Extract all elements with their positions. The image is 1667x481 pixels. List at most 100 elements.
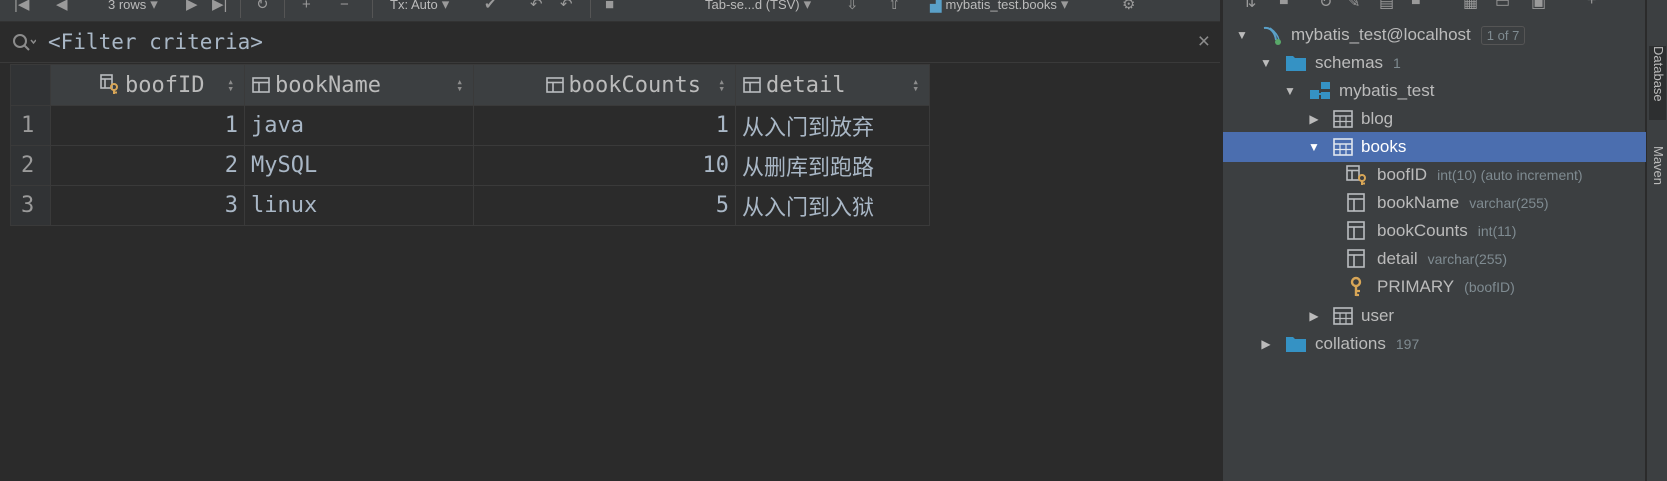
datasource-label[interactable]: mybatis_test.books: [946, 0, 1057, 12]
column-icon: [1347, 249, 1365, 268]
column-icon: [252, 76, 270, 93]
primary-key-column-icon: [1346, 165, 1366, 185]
last-page-icon[interactable]: ▶|: [212, 0, 227, 12]
cell-bookname[interactable]: linux: [244, 185, 474, 226]
tx-mode-dropdown[interactable]: Tx: Auto: [390, 0, 438, 12]
cell-bookcounts[interactable]: 10: [473, 145, 736, 186]
tree-item-table-user[interactable]: ▶ user: [1223, 301, 1646, 331]
refresh-icon[interactable]: ↻: [1319, 0, 1332, 12]
filter-bar[interactable]: <Filter criteria> ×: [0, 22, 1220, 63]
prev-page-icon[interactable]: ◀: [56, 0, 68, 12]
tree-item-schemas[interactable]: ▼ schemas 1: [1223, 48, 1646, 78]
column-icon: [1347, 221, 1365, 240]
stop-icon[interactable]: ■: [1411, 0, 1421, 10]
datasource-icon: ▟: [930, 0, 942, 13]
expanded-arrow-icon[interactable]: ▼: [1235, 28, 1249, 42]
rollback-icon[interactable]: ↶: [530, 0, 543, 12]
settings-icon[interactable]: ⚙: [1122, 0, 1135, 12]
table-icon[interactable]: ▦: [1463, 0, 1478, 12]
tree-item-collations[interactable]: ▶ collations 197: [1223, 329, 1646, 359]
filter-input[interactable]: <Filter criteria>: [48, 30, 263, 54]
table-icon: [1333, 307, 1353, 325]
tree-item-label: blog: [1361, 109, 1394, 128]
cell-boofid[interactable]: 2: [50, 145, 245, 186]
tree-item-datasource[interactable]: ▼ mybatis_test@localhost 1 of 7: [1223, 20, 1646, 50]
tree-item-schema[interactable]: ▼ mybatis_test: [1223, 76, 1646, 106]
tree-item-column-bookname[interactable]: bookName varchar(255): [1223, 188, 1646, 218]
table-icon: [1333, 138, 1353, 156]
cell-bookcounts[interactable]: 1: [473, 105, 736, 146]
cell-bookname[interactable]: MySQL: [244, 145, 474, 186]
filter-icon[interactable]: ▤: [1379, 0, 1394, 12]
search-icon: [13, 34, 36, 51]
sort-icon[interactable]: ▴ ▾: [456, 76, 463, 94]
cell-bookcounts[interactable]: 5: [473, 185, 736, 226]
cell-boofid[interactable]: 3: [50, 185, 245, 226]
properties-icon[interactable]: ■: [1279, 0, 1289, 10]
sort-icon[interactable]: ▴ ▾: [227, 76, 234, 94]
column-header-bookname[interactable]: bookName ▴ ▾: [244, 64, 474, 106]
row-number[interactable]: 2: [10, 145, 51, 186]
mysql-datasource-icon: [1263, 26, 1281, 45]
undo-icon[interactable]: ↶: [560, 0, 573, 12]
schemas-count: 1: [1393, 55, 1401, 71]
tree-item-column-detail[interactable]: detail varchar(255): [1223, 244, 1646, 274]
tree-item-table-blog[interactable]: ▶ blog: [1223, 104, 1646, 134]
maven-tool-tab[interactable]: Maven: [1649, 146, 1666, 216]
export-format-dropdown[interactable]: Tab-se...d (TSV): [705, 0, 800, 12]
column-header-detail[interactable]: detail ▴ ▾: [735, 64, 930, 106]
expanded-arrow-icon[interactable]: ▼: [1307, 140, 1321, 154]
database-tool-tab[interactable]: Database: [1649, 46, 1666, 120]
console-icon[interactable]: ▭: [1495, 0, 1510, 12]
column-header-label: boofID: [125, 72, 205, 98]
table-row[interactable]: 1 1 java 1 从入门到放弃: [10, 105, 930, 146]
refresh-icon[interactable]: ↻: [256, 0, 269, 12]
stop-icon[interactable]: ■: [605, 0, 614, 12]
collapsed-arrow-icon[interactable]: ▶: [1259, 337, 1273, 351]
collapsed-arrow-icon[interactable]: ▶: [1307, 112, 1321, 126]
tree-item-label: boofID: [1377, 165, 1428, 184]
column-type: int(11): [1477, 223, 1517, 239]
expanded-arrow-icon[interactable]: ▼: [1283, 84, 1297, 98]
folder-icon: [1286, 337, 1306, 352]
schema-count-badge[interactable]: 1 of 7: [1480, 25, 1526, 45]
remove-row-icon[interactable]: −: [340, 0, 349, 12]
cell-detail[interactable]: 从入门到放弃: [735, 105, 930, 146]
tree-item-table-books[interactable]: ▼ books: [1223, 132, 1646, 162]
cell-boofid[interactable]: 1: [50, 105, 245, 146]
sort-icon[interactable]: ▴ ▾: [912, 76, 919, 94]
tree-item-column-boofid[interactable]: boofID int(10) (auto increment): [1223, 160, 1646, 190]
tree-item-label: detail: [1377, 249, 1418, 268]
row-number[interactable]: 1: [10, 105, 51, 146]
add-icon[interactable]: +: [1587, 0, 1596, 10]
import-icon[interactable]: ⇧: [888, 0, 901, 12]
cell-bookname[interactable]: java: [244, 105, 474, 146]
sort-icon[interactable]: ▴ ▾: [718, 76, 725, 94]
column-header-boofid[interactable]: boofID ▴ ▾: [50, 64, 245, 106]
tool-window-strip: Database Maven: [1646, 0, 1667, 481]
row-count-label[interactable]: 3 rows: [108, 0, 146, 12]
edit-icon[interactable]: ✎: [1347, 0, 1360, 12]
cell-detail[interactable]: 从删库到跑路: [735, 145, 930, 186]
row-number[interactable]: 3: [10, 185, 51, 226]
next-page-icon[interactable]: ▶: [186, 0, 198, 12]
collapse-icon[interactable]: ⇅: [1243, 0, 1256, 12]
tree-item-column-bookcounts[interactable]: bookCounts int(11): [1223, 216, 1646, 246]
close-icon[interactable]: ×: [1198, 30, 1210, 54]
image-icon[interactable]: ▣: [1531, 0, 1546, 12]
commit-icon[interactable]: ✔: [484, 0, 497, 12]
expanded-arrow-icon[interactable]: ▼: [1259, 56, 1273, 70]
column-header-bookcounts[interactable]: bookCounts ▴ ▾: [473, 64, 736, 106]
export-icon[interactable]: ⇩: [846, 0, 859, 12]
chevron-down-icon: ▾: [803, 0, 812, 13]
collapsed-arrow-icon[interactable]: ▶: [1307, 309, 1321, 323]
table-row[interactable]: 3 3 linux 5 从入门到入狱: [10, 185, 930, 226]
tree-item-primary-key[interactable]: PRIMARY (boofID): [1223, 272, 1646, 302]
cell-detail[interactable]: 从入门到入狱: [735, 185, 930, 226]
first-page-icon[interactable]: |◀: [14, 0, 29, 12]
add-row-icon[interactable]: +: [302, 0, 311, 12]
table-row[interactable]: 2 2 MySQL 10 从删库到跑路: [10, 145, 930, 186]
column-type: int(10) (auto increment): [1437, 167, 1583, 183]
column-header-label: bookName: [275, 72, 381, 98]
tree-item-label: bookName: [1377, 193, 1460, 212]
